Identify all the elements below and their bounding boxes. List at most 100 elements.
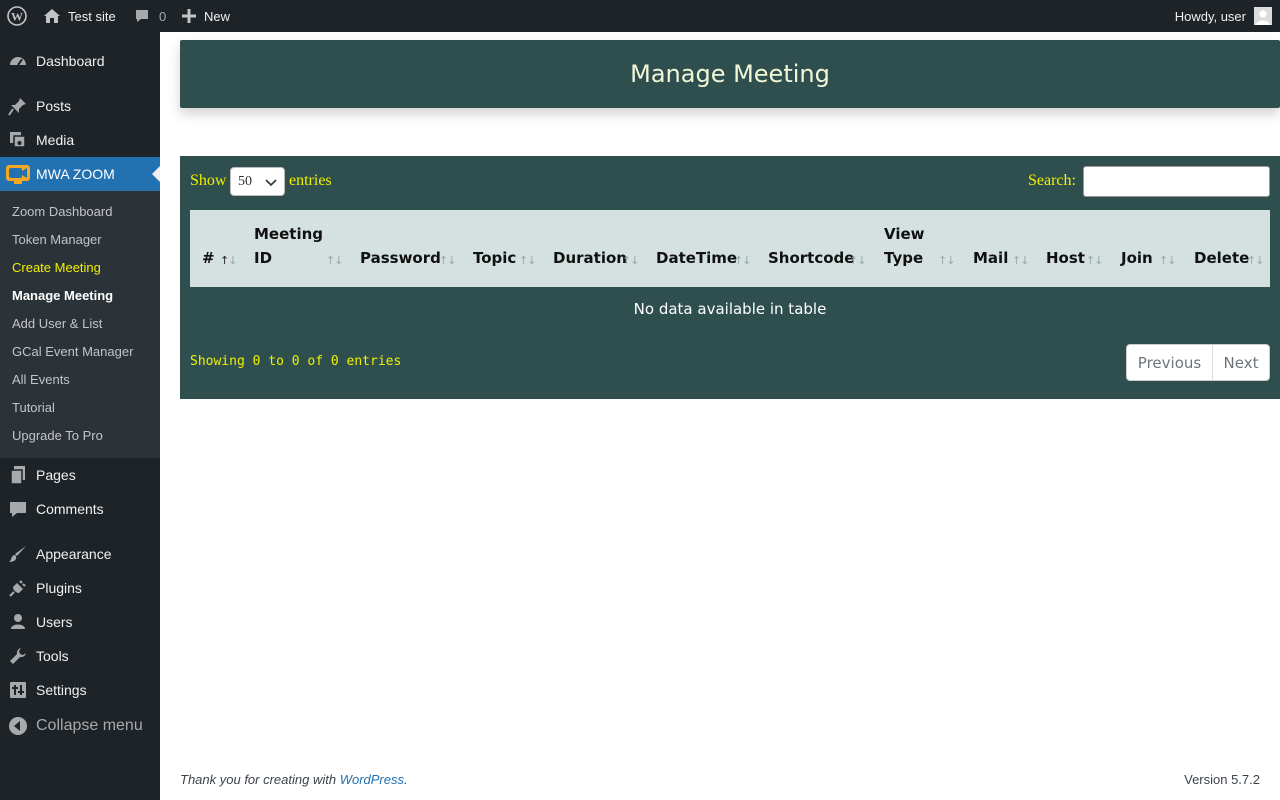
submenu-manage-meeting[interactable]: Manage Meeting: [12, 285, 113, 305]
pages-icon: [8, 465, 28, 485]
menu-item-dashboard[interactable]: Dashboard: [0, 44, 160, 78]
sort-arrows-icon: ↑↓: [220, 254, 237, 267]
settings-icon: [8, 680, 28, 700]
search-input[interactable]: [1083, 166, 1270, 197]
column-header[interactable]: DateTime: [656, 210, 737, 287]
sort-arrows-icon: ↑↓: [519, 254, 536, 267]
sort-arrows-icon: ↑↓: [622, 254, 639, 267]
column-header[interactable]: Mail: [973, 210, 1008, 287]
previous-page-button[interactable]: Previous: [1127, 345, 1213, 380]
avatar: [1254, 7, 1272, 25]
submenu-all-events[interactable]: All Events: [12, 369, 70, 389]
sort-arrows-icon: ↑↓: [849, 254, 866, 267]
menu-item-appearance[interactable]: Appearance: [0, 537, 160, 571]
next-page-button[interactable]: Next: [1213, 345, 1269, 380]
column-header[interactable]: Meeting ID: [254, 210, 323, 287]
menu-item-mwa-zoom[interactable]: MWA ZOOM: [0, 157, 160, 191]
column-header[interactable]: Host: [1046, 210, 1085, 287]
menu-label: Appearance: [36, 546, 112, 562]
table-info: Showing 0 to 0 of 0 entries: [190, 354, 402, 369]
column-header[interactable]: Delete: [1194, 210, 1249, 287]
column-header-text: Duration: [553, 249, 627, 267]
column-header[interactable]: Password: [360, 210, 441, 287]
plug-icon: [8, 578, 28, 598]
admin-bar: W Test site 0 New Howdy, user: [0, 0, 1280, 32]
meetings-table-panel: Show 50 entries Search: # ↑↓ Meeting ID ↑↓ Pa…: [180, 156, 1280, 399]
sort-arrows-icon: ↑↓: [326, 254, 343, 267]
zoom-camera-icon: [5, 164, 31, 184]
show-label: Show: [190, 172, 227, 189]
sort-arrows-icon: ↑↓: [1159, 254, 1176, 267]
menu-item-pages[interactable]: Pages: [0, 458, 160, 492]
column-header-text: DateTime: [656, 249, 738, 267]
column-header[interactable]: View Type: [884, 210, 925, 287]
column-header-text: Meeting: [254, 225, 324, 243]
pushpin-icon: [8, 96, 28, 116]
site-name: Test site: [68, 8, 116, 24]
page-header-banner: Manage Meeting: [180, 40, 1280, 108]
media-icon: [8, 130, 28, 150]
mwa-zoom-submenu: Zoom Dashboard Token Manager Create Meet…: [0, 191, 160, 458]
menu-item-plugins[interactable]: Plugins: [0, 571, 160, 605]
column-header-text: Topic: [473, 249, 517, 267]
menu-label: Plugins: [36, 580, 82, 596]
dashboard-icon: [8, 51, 28, 71]
column-header-label: Shortcode: [768, 246, 854, 270]
page-length-select[interactable]: 50: [230, 167, 285, 196]
collapse-icon: [8, 716, 28, 736]
column-header-text: Delete: [1194, 249, 1250, 267]
column-header[interactable]: Duration: [553, 210, 627, 287]
menu-item-users[interactable]: Users: [0, 605, 160, 639]
paintbrush-icon: [8, 544, 28, 564]
sort-arrows-icon: ↑↓: [734, 254, 751, 267]
comments-link[interactable]: 0: [134, 0, 166, 32]
column-header-label: View Type: [884, 222, 925, 270]
sort-arrows-icon: ↑↓: [1012, 254, 1029, 267]
collapse-menu-button[interactable]: Collapse menu: [0, 709, 160, 743]
svg-text:W: W: [11, 10, 23, 24]
table-header-row: # ↑↓ Meeting ID ↑↓ Password ↑↓ Topic ↑↓ Duration ↑…: [190, 210, 1270, 287]
submenu-token-manager[interactable]: Token Manager: [12, 229, 102, 249]
column-header-label: Duration: [553, 246, 627, 270]
plus-icon: [182, 9, 196, 23]
wordpress-link[interactable]: WordPress: [340, 772, 404, 787]
submenu-upgrade-to-pro[interactable]: Upgrade To Pro: [12, 425, 103, 445]
menu-label: Settings: [36, 682, 87, 698]
column-header[interactable]: Shortcode: [768, 210, 854, 287]
column-header-text: Shortcode: [768, 249, 855, 267]
menu-label: Dashboard: [36, 53, 105, 69]
search-label: Search:: [1028, 172, 1076, 189]
menu-label: Users: [36, 614, 73, 630]
howdy-greeting: Howdy, user: [1174, 8, 1246, 24]
chevron-down-icon: [264, 175, 278, 194]
submenu-create-meeting[interactable]: Create Meeting: [12, 257, 101, 277]
column-header-text: Password: [360, 249, 441, 267]
column-header-label: Join: [1121, 246, 1153, 270]
menu-item-posts[interactable]: Posts: [0, 89, 160, 123]
submenu-tutorial[interactable]: Tutorial: [12, 397, 55, 417]
column-header[interactable]: #: [202, 210, 215, 287]
menu-label: Comments: [36, 501, 104, 517]
footer-thanks-text: Thank you for creating with: [180, 772, 340, 787]
menu-item-settings[interactable]: Settings: [0, 673, 160, 707]
comments-count: 0: [159, 8, 167, 24]
new-content-link[interactable]: New: [182, 0, 230, 32]
menu-item-comments[interactable]: Comments: [0, 492, 160, 526]
wordpress-logo-icon[interactable]: W: [7, 0, 27, 32]
column-header-text: Host: [1046, 249, 1085, 267]
menu-label: MWA ZOOM: [36, 166, 115, 182]
column-header-label: Topic: [473, 246, 516, 270]
column-header[interactable]: Join: [1121, 210, 1153, 287]
column-header[interactable]: Topic: [473, 210, 516, 287]
submenu-zoom-dashboard[interactable]: Zoom Dashboard: [12, 201, 112, 221]
column-header-text: View: [884, 225, 925, 243]
footer-version: Version 5.7.2: [1184, 772, 1260, 787]
my-account-link[interactable]: Howdy, user: [1175, 0, 1272, 32]
menu-item-tools[interactable]: Tools: [0, 639, 160, 673]
submenu-add-user-list[interactable]: Add User & List: [12, 313, 102, 333]
submenu-gcal-event-manager[interactable]: GCal Event Manager: [12, 341, 133, 361]
footer-thanks: Thank you for creating with WordPress.: [180, 772, 408, 787]
menu-item-media[interactable]: Media: [0, 123, 160, 157]
column-header-label: Mail: [973, 246, 1008, 270]
site-home-link[interactable]: Test site: [43, 0, 116, 32]
